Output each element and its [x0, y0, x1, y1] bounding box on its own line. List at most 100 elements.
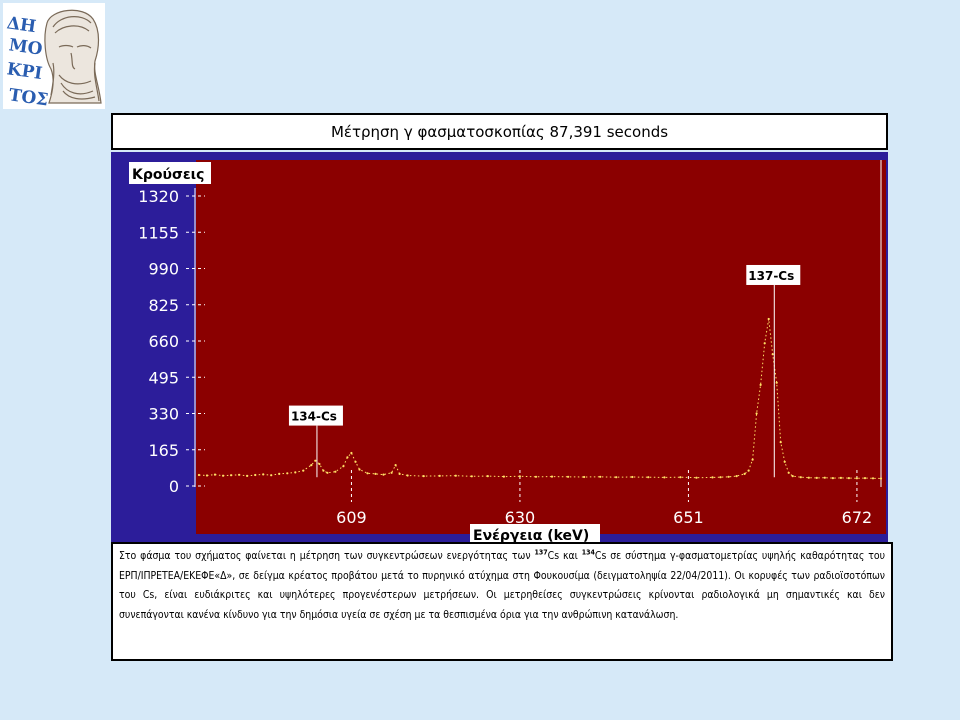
- data-point: [394, 464, 397, 467]
- data-point: [871, 477, 875, 480]
- y-tick-label: 165: [148, 441, 179, 460]
- x-tick-label: 651: [673, 508, 704, 527]
- svg-text:ΤΟΣ: ΤΟΣ: [8, 85, 50, 109]
- data-point: [358, 468, 361, 471]
- data-point: [534, 475, 538, 478]
- data-point: [254, 473, 257, 477]
- data-point: [422, 475, 425, 478]
- data-point: [550, 475, 554, 478]
- caption-part1: Στο φάσμα του σχήματος φαίνεται η μέτρησ…: [119, 550, 535, 562]
- y-tick-label: 495: [148, 368, 179, 387]
- data-point: [354, 460, 357, 463]
- svg-text:ΚΡΙ: ΚΡΙ: [6, 59, 44, 84]
- svg-text:ΜΟ: ΜΟ: [8, 35, 44, 60]
- data-point: [727, 475, 730, 478]
- cs137-superscript: 137: [534, 548, 548, 557]
- x-axis-label: Ενέργεια (keV): [473, 528, 589, 542]
- y-tick-label: 825: [148, 296, 179, 315]
- data-point: [763, 342, 766, 345]
- annotation-label: 134-Cs: [291, 410, 337, 424]
- data-point: [374, 472, 377, 475]
- data-point: [647, 476, 650, 479]
- data-point: [322, 469, 325, 472]
- data-point: [839, 476, 843, 479]
- chart-title: Μέτρηση γ φασματοσκοπίας 87,391 seconds: [330, 122, 669, 141]
- data-point: [711, 476, 714, 479]
- data-point: [807, 476, 810, 479]
- data-point: [246, 474, 249, 477]
- y-tick-label: 1320: [138, 187, 179, 206]
- data-point: [454, 474, 457, 477]
- cs134-superscript: 134: [581, 548, 595, 557]
- data-point: [743, 472, 746, 475]
- data-point: [695, 476, 698, 479]
- plot-area: [196, 160, 886, 534]
- data-point: [334, 470, 337, 473]
- data-point: [799, 476, 802, 479]
- data-point: [855, 477, 859, 480]
- svg-text:ΔΗ: ΔΗ: [6, 13, 38, 37]
- data-point: [631, 475, 634, 479]
- data-point: [438, 474, 441, 477]
- data-point: [342, 465, 345, 468]
- data-point: [751, 458, 754, 461]
- data-point: [310, 464, 313, 467]
- x-tick-label: 609: [336, 508, 367, 527]
- data-point: [286, 472, 289, 475]
- data-point: [366, 472, 369, 475]
- data-point: [615, 476, 618, 479]
- data-point: [350, 451, 353, 455]
- data-point: [213, 473, 217, 476]
- data-point: [863, 477, 867, 480]
- data-point: [679, 476, 682, 479]
- data-point: [719, 476, 722, 479]
- data-point: [755, 412, 758, 415]
- data-point: [747, 469, 750, 472]
- caption-isotope1: Cs και: [547, 550, 582, 562]
- data-point: [583, 475, 586, 479]
- data-point: [771, 353, 774, 356]
- data-point: [222, 474, 225, 477]
- data-point: [783, 460, 786, 463]
- data-point: [270, 474, 273, 477]
- data-point: [518, 475, 521, 478]
- spectrum-chart-panel: 0 165 330 495 660 825 990 1155 1320 609 630 651 672…: [111, 152, 888, 542]
- data-point: [599, 475, 602, 478]
- data-point: [205, 474, 209, 477]
- y-tick-label: 990: [148, 260, 179, 279]
- data-point: [238, 473, 241, 476]
- data-point: [815, 476, 818, 479]
- data-point: [230, 474, 233, 477]
- spectrum-chart: 016533049566082599011551320 609 630 651 672…: [129, 160, 886, 542]
- y-tick-label: 330: [148, 405, 179, 424]
- data-point: [390, 471, 393, 474]
- data-point: [262, 473, 265, 476]
- data-point: [791, 475, 794, 478]
- data-point: [398, 472, 401, 475]
- data-point: [759, 383, 762, 386]
- data-point: [663, 476, 666, 479]
- data-point: [314, 459, 317, 462]
- data-point: [879, 477, 883, 480]
- y-tick-label: 0: [169, 477, 179, 496]
- data-point: [278, 472, 281, 475]
- data-point: [302, 469, 305, 472]
- data-point: [486, 475, 489, 478]
- data-point: [406, 474, 409, 477]
- data-point: [823, 476, 826, 479]
- x-tick-label: 672: [842, 508, 873, 527]
- data-point: [326, 471, 329, 474]
- y-tick-label: 1155: [138, 223, 179, 242]
- data-point: [767, 317, 770, 321]
- data-point: [382, 473, 385, 476]
- data-point: [779, 441, 782, 444]
- data-point: [197, 473, 201, 477]
- annotation-label: 137-Cs: [748, 269, 794, 283]
- caption-box: Στο φάσμα του σχήματος φαίνεται η μέτρησ…: [111, 542, 893, 661]
- data-point: [567, 475, 570, 478]
- data-point: [318, 462, 321, 466]
- institute-logo: ΔΗ ΜΟ ΚΡΙ ΤΟΣ: [3, 3, 105, 111]
- democritus-bust-icon: ΔΗ ΜΟ ΚΡΙ ΤΟΣ: [6, 9, 102, 111]
- data-point: [847, 477, 851, 480]
- data-point: [294, 471, 297, 474]
